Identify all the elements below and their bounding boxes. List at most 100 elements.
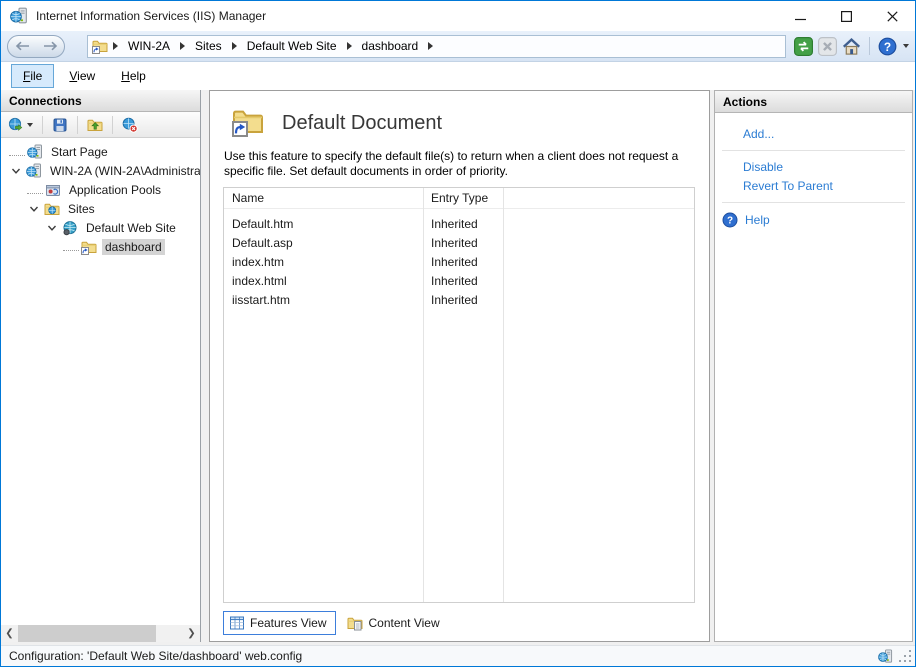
connect-server-icon <box>8 117 24 133</box>
list-item[interactable]: index.html Inherited <box>224 271 694 290</box>
home-button[interactable] <box>842 37 861 56</box>
tree-item-label: Application Pools <box>66 182 164 198</box>
refresh-button[interactable] <box>794 37 813 56</box>
breadcrumb-arrow-icon[interactable] <box>347 42 352 50</box>
menu-item-file[interactable]: File <box>11 64 54 88</box>
column-header-name[interactable]: Name <box>224 191 423 205</box>
tree-item-application-pools[interactable]: Application Pools <box>1 180 200 199</box>
tab-label: Content View <box>368 616 439 630</box>
stop-button[interactable] <box>818 37 837 56</box>
list-item[interactable]: Default.asp Inherited <box>224 233 694 252</box>
tab-label: Features View <box>250 616 326 630</box>
collapse-chevron-icon[interactable] <box>9 164 23 178</box>
tab-features-view[interactable]: Features View <box>223 611 336 635</box>
save-connections-button[interactable] <box>50 115 70 135</box>
collapse-chevron-icon[interactable] <box>27 202 41 216</box>
actions-header: Actions <box>715 91 912 113</box>
disable-link[interactable]: Disable <box>743 160 912 174</box>
iis-app-icon <box>10 7 28 25</box>
divider <box>112 116 113 134</box>
disconnect-icon <box>122 117 138 133</box>
scroll-thumb[interactable] <box>18 625 156 642</box>
divider <box>869 37 870 55</box>
collapse-chevron-icon[interactable] <box>45 221 59 235</box>
help-row[interactable]: Help <box>722 212 912 228</box>
default-document-icon <box>230 105 266 137</box>
scroll-right-button[interactable]: ❯ <box>183 625 200 642</box>
breadcrumb-arrow-icon[interactable] <box>232 42 237 50</box>
breadcrumb[interactable]: WIN-2A Sites Default Web Site dashboard <box>87 35 786 58</box>
tab-content-view[interactable]: Content View <box>341 611 449 635</box>
tree-item-default-web-site[interactable]: Default Web Site <box>1 218 200 237</box>
resize-grip[interactable] <box>909 660 911 662</box>
tree-item-dashboard[interactable]: dashboard <box>1 237 200 256</box>
help-link[interactable]: Help <box>745 213 770 227</box>
breadcrumb-item-app[interactable]: dashboard <box>357 37 424 55</box>
tree-item-start-page[interactable]: Start Page <box>1 142 200 161</box>
help-dropdown-caret-icon[interactable] <box>903 44 909 48</box>
connections-panel: Connections Start Page <box>1 90 201 642</box>
breadcrumb-item-server[interactable]: WIN-2A <box>123 37 175 55</box>
features-view-icon <box>229 615 245 631</box>
title-bar: Internet Information Services (IIS) Mana… <box>1 1 915 31</box>
server-globe-icon <box>27 144 43 160</box>
connections-header: Connections <box>1 90 200 112</box>
globe-site-icon <box>62 220 78 236</box>
default-documents-list: Name Entry Type Default.htm Inherited De… <box>223 187 695 603</box>
breadcrumb-item-sites[interactable]: Sites <box>190 37 227 55</box>
content-area: Connections Start Page <box>1 90 915 645</box>
status-icons <box>878 649 893 664</box>
back-button[interactable] <box>15 41 30 51</box>
maximize-button[interactable] <box>823 1 869 31</box>
scroll-left-button[interactable]: ❮ <box>1 625 18 642</box>
minimize-button[interactable] <box>777 1 823 31</box>
column-divider[interactable] <box>423 188 424 602</box>
list-item[interactable]: iisstart.htm Inherited <box>224 290 694 309</box>
actions-body: Add... Disable Revert To Parent Help <box>715 113 912 228</box>
up-folder-button[interactable] <box>85 115 105 135</box>
tree-item-label: dashboard <box>102 239 165 255</box>
list-item[interactable]: Default.htm Inherited <box>224 214 694 233</box>
tree-item-label: Start Page <box>48 144 111 160</box>
breadcrumb-arrow-icon[interactable] <box>113 42 118 50</box>
divider <box>42 116 43 134</box>
list-item[interactable]: index.htm Inherited <box>224 252 694 271</box>
add-link[interactable]: Add... <box>743 127 912 141</box>
divider <box>722 202 905 203</box>
application-pools-icon <box>45 182 61 198</box>
cell-entry-type: Inherited <box>423 293 503 307</box>
menu-item-view[interactable]: View <box>58 65 106 87</box>
connect-dropdown-caret-icon <box>27 123 33 127</box>
horizontal-scrollbar[interactable]: ❮ ❯ <box>1 625 200 642</box>
cell-name: iisstart.htm <box>224 293 423 307</box>
breadcrumb-arrow-icon[interactable] <box>180 42 185 50</box>
revert-to-parent-link[interactable]: Revert To Parent <box>743 179 912 193</box>
disconnect-button[interactable] <box>120 115 140 135</box>
column-divider[interactable] <box>503 188 504 602</box>
help-button[interactable] <box>878 37 897 56</box>
menu-item-help[interactable]: Help <box>110 65 157 87</box>
window-title: Internet Information Services (IIS) Mana… <box>36 9 266 23</box>
address-bar: WIN-2A Sites Default Web Site dashboard <box>1 31 915 62</box>
sites-folder-icon <box>44 201 60 217</box>
cell-entry-type: Inherited <box>423 255 503 269</box>
tree-item-label: WIN-2A (WIN-2A\Administrat <box>47 163 200 179</box>
connect-server-button[interactable] <box>6 115 35 135</box>
tree-item-sites[interactable]: Sites <box>1 199 200 218</box>
connections-toolbar <box>1 112 200 138</box>
forward-button[interactable] <box>43 41 58 51</box>
breadcrumb-item-site[interactable]: Default Web Site <box>242 37 342 55</box>
connections-tree: Start Page WIN-2A (WIN-2A\Administrat Ap… <box>1 139 200 625</box>
cell-entry-type: Inherited <box>423 217 503 231</box>
tree-item-server[interactable]: WIN-2A (WIN-2A\Administrat <box>1 161 200 180</box>
feature-panel: Default Document Use this feature to spe… <box>209 90 710 642</box>
column-header-entry-type[interactable]: Entry Type <box>423 191 503 205</box>
page-description: Use this feature to specify the default … <box>224 149 704 179</box>
tree-connector <box>27 185 43 194</box>
close-icon <box>887 11 898 22</box>
close-button[interactable] <box>869 1 915 31</box>
cell-name: index.htm <box>224 255 423 269</box>
server-globe-icon <box>878 649 893 664</box>
tree-connector <box>9 147 25 156</box>
breadcrumb-arrow-icon[interactable] <box>428 42 433 50</box>
